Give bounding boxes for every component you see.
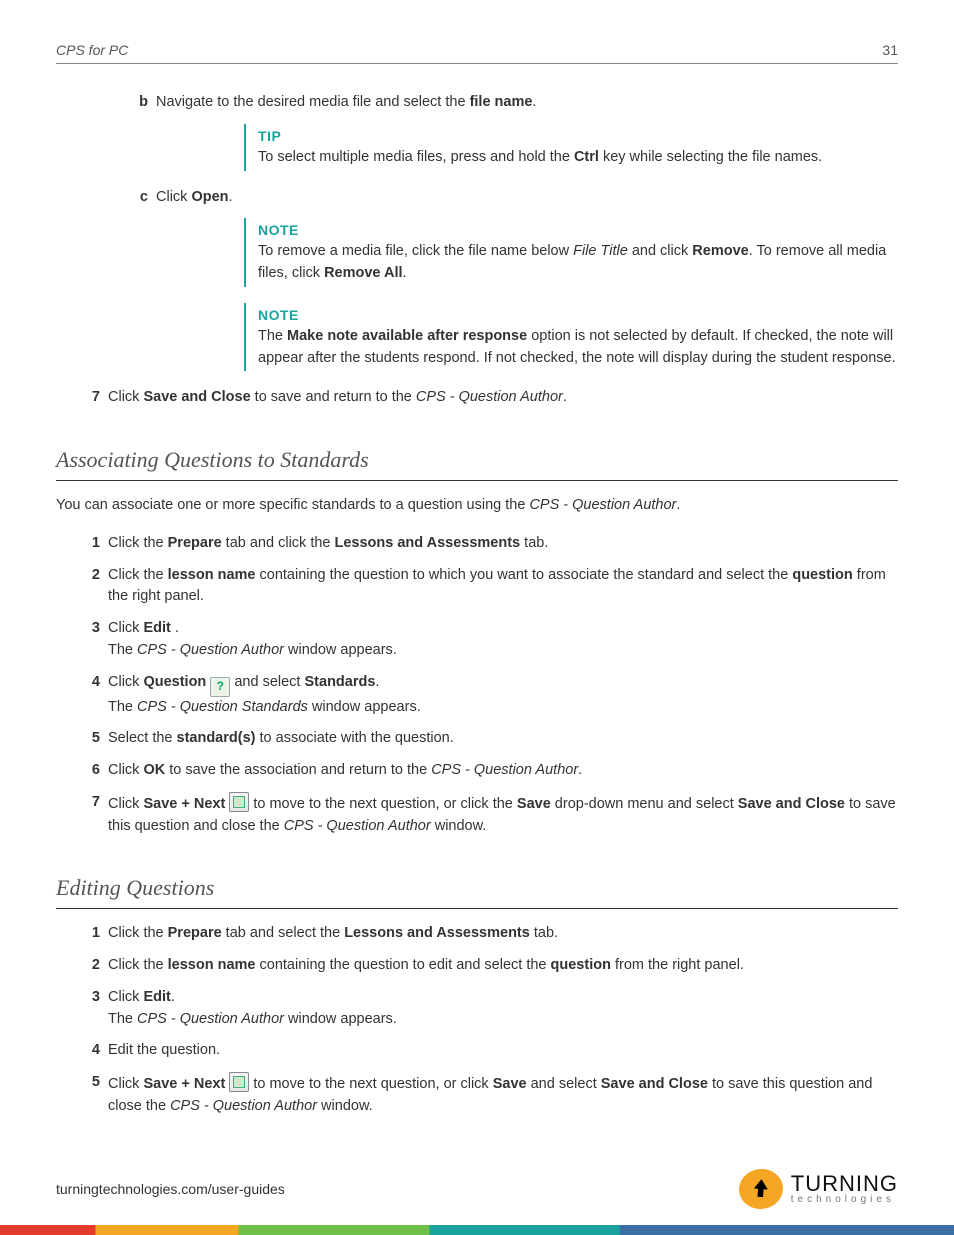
marker-b: b — [128, 92, 148, 114]
document-page: CPS for PC 31 b Navigate to the desired … — [0, 0, 954, 1235]
page-footer: turningtechnologies.com/user-guides TURN… — [56, 1169, 898, 1209]
edit-step-4: 4 Edit the question. — [80, 1040, 898, 1062]
assoc-step-1: 1 Click the Prepare tab and click the Le… — [80, 533, 898, 555]
header-page-number: 31 — [882, 40, 898, 61]
edit-step-5: 5 Click Save + Next to move to the next … — [80, 1072, 898, 1118]
save-next-icon — [229, 1072, 249, 1092]
substep-list-c: c Click Open. — [128, 187, 898, 209]
assoc-step-list: 1 Click the Prepare tab and click the Le… — [80, 533, 898, 838]
substep-b: b Navigate to the desired media file and… — [128, 92, 898, 114]
page-header: CPS for PC 31 — [56, 40, 898, 64]
substep-list: b Navigate to the desired media file and… — [128, 92, 898, 114]
heading-associating: Associating Questions to Standards — [56, 443, 898, 481]
logo-text-sub: technologies — [791, 1195, 898, 1205]
tip-callout: TIP To select multiple media files, pres… — [244, 124, 898, 171]
step7-top-text: Click Save and Close to save and return … — [108, 389, 567, 405]
footer-gradient-bar — [0, 1225, 954, 1235]
assoc-step-4: 4 Click Question and select Standards. T… — [80, 672, 898, 719]
header-doc-title: CPS for PC — [56, 40, 128, 61]
tip-label: TIP — [258, 126, 898, 147]
note2-label: NOTE — [258, 305, 898, 326]
tip-body: To select multiple media files, press an… — [258, 147, 898, 169]
footer-url: turningtechnologies.com/user-guides — [56, 1179, 285, 1200]
note-callout-1: NOTE To remove a media file, click the f… — [244, 218, 898, 287]
assoc-step-5: 5 Select the standard(s) to associate wi… — [80, 728, 898, 750]
substep-b-text: Navigate to the desired media file and s… — [156, 94, 536, 110]
assoc-intro: You can associate one or more specific s… — [56, 495, 898, 517]
heading-editing: Editing Questions — [56, 871, 898, 909]
note-callout-2: NOTE The Make note available after respo… — [244, 303, 898, 372]
question-icon — [210, 677, 230, 697]
save-next-icon — [229, 792, 249, 812]
logo-arrow-icon — [736, 1166, 785, 1212]
marker-7-top: 7 — [80, 387, 100, 409]
assoc-step-7: 7 Click Save + Next to move to the next … — [80, 792, 898, 838]
assoc-step-6: 6 Click OK to save the association and r… — [80, 760, 898, 782]
step-7-top: 7 Click Save and Close to save and retur… — [80, 387, 898, 409]
company-logo: TURNING technologies — [739, 1169, 898, 1209]
note1-label: NOTE — [258, 220, 898, 241]
edit-step-2: 2 Click the lesson name containing the q… — [80, 955, 898, 977]
edit-step-list: 1 Click the Prepare tab and select the L… — [80, 923, 898, 1117]
note2-body: The Make note available after response o… — [258, 326, 898, 370]
substep-c-text: Click Open. — [156, 189, 233, 205]
marker-c: c — [128, 187, 148, 209]
edit-step-1: 1 Click the Prepare tab and select the L… — [80, 923, 898, 945]
edit-step-3: 3 Click Edit. The CPS - Question Author … — [80, 987, 898, 1031]
assoc-step-2: 2 Click the lesson name containing the q… — [80, 565, 898, 609]
substep-c: c Click Open. — [128, 187, 898, 209]
logo-text-main: TURNING — [791, 1173, 898, 1195]
note1-body: To remove a media file, click the file n… — [258, 241, 898, 285]
step-list-top: 7 Click Save and Close to save and retur… — [80, 387, 898, 409]
assoc-step-3: 3 Click Edit . The CPS - Question Author… — [80, 618, 898, 662]
